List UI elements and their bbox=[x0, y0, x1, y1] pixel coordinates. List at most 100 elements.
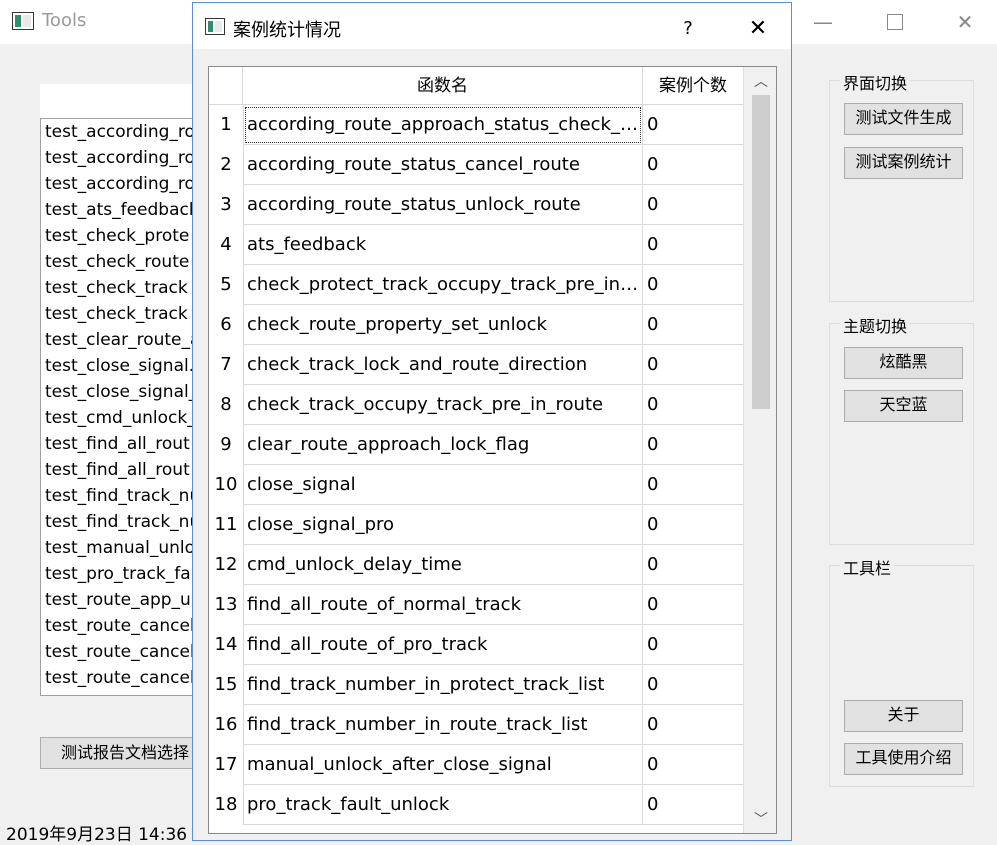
table-row[interactable]: 9 clear_route_approach_lock_flag 0 bbox=[209, 425, 743, 465]
table-row[interactable]: 10 close_signal 0 bbox=[209, 465, 743, 505]
list-item[interactable]: test_route_cancel bbox=[41, 665, 199, 691]
main-close-button[interactable]: ✕ bbox=[942, 6, 988, 38]
column-header-case-count[interactable]: 案例个数 bbox=[643, 67, 743, 105]
row-number[interactable]: 12 bbox=[209, 545, 244, 585]
list-item[interactable]: test_according_ro bbox=[41, 119, 199, 145]
list-item[interactable]: test_find_all_rout bbox=[41, 457, 199, 483]
function-name-cell[interactable]: close_signal_pro bbox=[243, 505, 643, 545]
column-header-function-name[interactable]: 函数名 bbox=[243, 67, 643, 105]
table-row[interactable]: 6 check_route_property_set_unlock 0 bbox=[209, 305, 743, 345]
report-select-button[interactable]: 测试报告文档选择 bbox=[40, 737, 210, 769]
function-name-cell[interactable]: close_signal bbox=[243, 465, 643, 505]
scroll-thumb[interactable] bbox=[752, 95, 770, 409]
row-number[interactable]: 13 bbox=[209, 585, 244, 625]
row-number[interactable]: 2 bbox=[209, 145, 244, 185]
case-count-cell[interactable]: 0 bbox=[643, 785, 743, 825]
function-name-cell[interactable]: find_all_route_of_pro_track bbox=[243, 625, 643, 665]
function-name-cell[interactable]: pro_track_fault_unlock bbox=[243, 785, 643, 825]
case-count-cell[interactable]: 0 bbox=[643, 585, 743, 625]
list-item[interactable]: test_check_prote bbox=[41, 223, 199, 249]
case-count-cell[interactable]: 0 bbox=[643, 425, 743, 465]
case-count-cell[interactable]: 0 bbox=[643, 625, 743, 665]
case-count-cell[interactable]: 0 bbox=[643, 225, 743, 265]
row-number[interactable]: 8 bbox=[209, 385, 244, 425]
list-item[interactable]: test_close_signal. bbox=[41, 353, 199, 379]
function-name-cell[interactable]: according_route_status_cancel_route bbox=[243, 145, 643, 185]
case-count-cell[interactable]: 0 bbox=[643, 145, 743, 185]
table-row[interactable]: 4 ats_feedback 0 bbox=[209, 225, 743, 265]
table-row[interactable]: 14 find_all_route_of_pro_track 0 bbox=[209, 625, 743, 665]
table-row[interactable]: 3 according_route_status_unlock_route 0 bbox=[209, 185, 743, 225]
table-row[interactable]: 8 check_track_occupy_track_pre_in_route 0 bbox=[209, 385, 743, 425]
scroll-up-button[interactable]: ︿ bbox=[744, 67, 776, 95]
list-item[interactable]: test_find_track_nu bbox=[41, 509, 199, 535]
row-number[interactable]: 10 bbox=[209, 465, 244, 505]
case-count-cell[interactable]: 0 bbox=[643, 105, 743, 145]
theme-blue-button[interactable]: 天空蓝 bbox=[844, 390, 963, 422]
case-count-cell[interactable]: 0 bbox=[643, 385, 743, 425]
function-name-cell[interactable]: manual_unlock_after_close_signal bbox=[243, 745, 643, 785]
case-count-cell[interactable]: 0 bbox=[643, 305, 743, 345]
function-name-cell[interactable]: check_route_property_set_unlock bbox=[243, 305, 643, 345]
about-button[interactable]: 关于 bbox=[844, 700, 963, 732]
function-name-cell[interactable]: find_track_number_in_route_track_list bbox=[243, 705, 643, 745]
vertical-scrollbar[interactable]: ︿ ﹀ bbox=[743, 67, 776, 833]
case-count-cell[interactable]: 0 bbox=[643, 745, 743, 785]
row-number[interactable]: 6 bbox=[209, 305, 244, 345]
table-row[interactable]: 18 pro_track_fault_unlock 0 bbox=[209, 785, 743, 825]
table-row[interactable]: 12 cmd_unlock_delay_time 0 bbox=[209, 545, 743, 585]
list-item[interactable]: test_clear_route_a bbox=[41, 327, 199, 353]
function-name-cell[interactable]: ats_feedback bbox=[243, 225, 643, 265]
scroll-down-button[interactable]: ﹀ bbox=[744, 805, 776, 833]
function-name-cell[interactable]: check_track_occupy_track_pre_in_route bbox=[243, 385, 643, 425]
list-item[interactable]: test_route_app_u bbox=[41, 587, 199, 613]
minimize-button[interactable]: — bbox=[800, 6, 846, 38]
list-item[interactable]: test_according_ro bbox=[41, 145, 199, 171]
row-number[interactable]: 5 bbox=[209, 265, 244, 305]
case-count-cell[interactable]: 0 bbox=[643, 705, 743, 745]
tool-guide-button[interactable]: 工具使用介绍 bbox=[844, 743, 963, 775]
function-name-cell[interactable]: check_track_lock_and_route_direction bbox=[243, 345, 643, 385]
test-file-list[interactable]: test_according_ro test_according_ro test_a… bbox=[40, 118, 200, 696]
list-item[interactable]: test_find_all_rout bbox=[41, 431, 199, 457]
list-item[interactable]: test_close_signal_ bbox=[41, 379, 199, 405]
case-count-cell[interactable]: 0 bbox=[643, 505, 743, 545]
table-row[interactable]: 13 find_all_route_of_normal_track 0 bbox=[209, 585, 743, 625]
row-number[interactable]: 17 bbox=[209, 745, 244, 785]
row-number[interactable]: 3 bbox=[209, 185, 244, 225]
function-name-cell[interactable]: according_route_status_unlock_route bbox=[243, 185, 643, 225]
case-count-cell[interactable]: 0 bbox=[643, 665, 743, 705]
list-item[interactable]: test_find_track_nu bbox=[41, 483, 199, 509]
row-number[interactable]: 9 bbox=[209, 425, 244, 465]
list-item[interactable]: test_cmd_unlock_ bbox=[41, 405, 199, 431]
case-count-cell[interactable]: 0 bbox=[643, 345, 743, 385]
table-row[interactable]: 11 close_signal_pro 0 bbox=[209, 505, 743, 545]
function-name-cell[interactable]: find_track_number_in_protect_track_list bbox=[243, 665, 643, 705]
list-item[interactable]: test_route_cancel bbox=[41, 613, 199, 639]
table-row[interactable]: 16 find_track_number_in_route_track_list 0 bbox=[209, 705, 743, 745]
case-count-cell[interactable]: 0 bbox=[643, 545, 743, 585]
list-item[interactable]: test_manual_unlo bbox=[41, 535, 199, 561]
list-item[interactable]: test_check_track bbox=[41, 301, 199, 327]
case-count-cell[interactable]: 0 bbox=[643, 265, 743, 305]
row-number[interactable]: 4 bbox=[209, 225, 244, 265]
theme-dark-button[interactable]: 炫酷黑 bbox=[844, 347, 963, 379]
function-name-cell[interactable]: check_protect_track_occupy_track_pre_in_… bbox=[243, 265, 643, 305]
row-number[interactable]: 18 bbox=[209, 785, 244, 825]
function-name-cell[interactable]: according_route_approach_status_check_tr… bbox=[243, 105, 643, 145]
function-name-cell[interactable]: clear_route_approach_lock_flag bbox=[243, 425, 643, 465]
table-row[interactable]: 17 manual_unlock_after_close_signal 0 bbox=[209, 745, 743, 785]
generate-test-file-button[interactable]: 测试文件生成 bbox=[844, 103, 963, 135]
list-item[interactable]: test_ats_feedback bbox=[41, 197, 199, 223]
row-number[interactable]: 14 bbox=[209, 625, 244, 665]
row-number[interactable]: 16 bbox=[209, 705, 244, 745]
function-name-cell[interactable]: cmd_unlock_delay_time bbox=[243, 545, 643, 585]
table-row[interactable]: 2 according_route_status_cancel_route 0 bbox=[209, 145, 743, 185]
list-item[interactable]: test_route_cancel bbox=[41, 639, 199, 665]
list-item[interactable]: test_check_route bbox=[41, 249, 199, 275]
list-item[interactable]: test_pro_track_fa bbox=[41, 561, 199, 587]
case-count-cell[interactable]: 0 bbox=[643, 465, 743, 505]
list-item[interactable]: test_according_ro bbox=[41, 171, 199, 197]
table-row[interactable]: 7 check_track_lock_and_route_direction 0 bbox=[209, 345, 743, 385]
case-statistics-button[interactable]: 测试案例统计 bbox=[844, 147, 963, 179]
